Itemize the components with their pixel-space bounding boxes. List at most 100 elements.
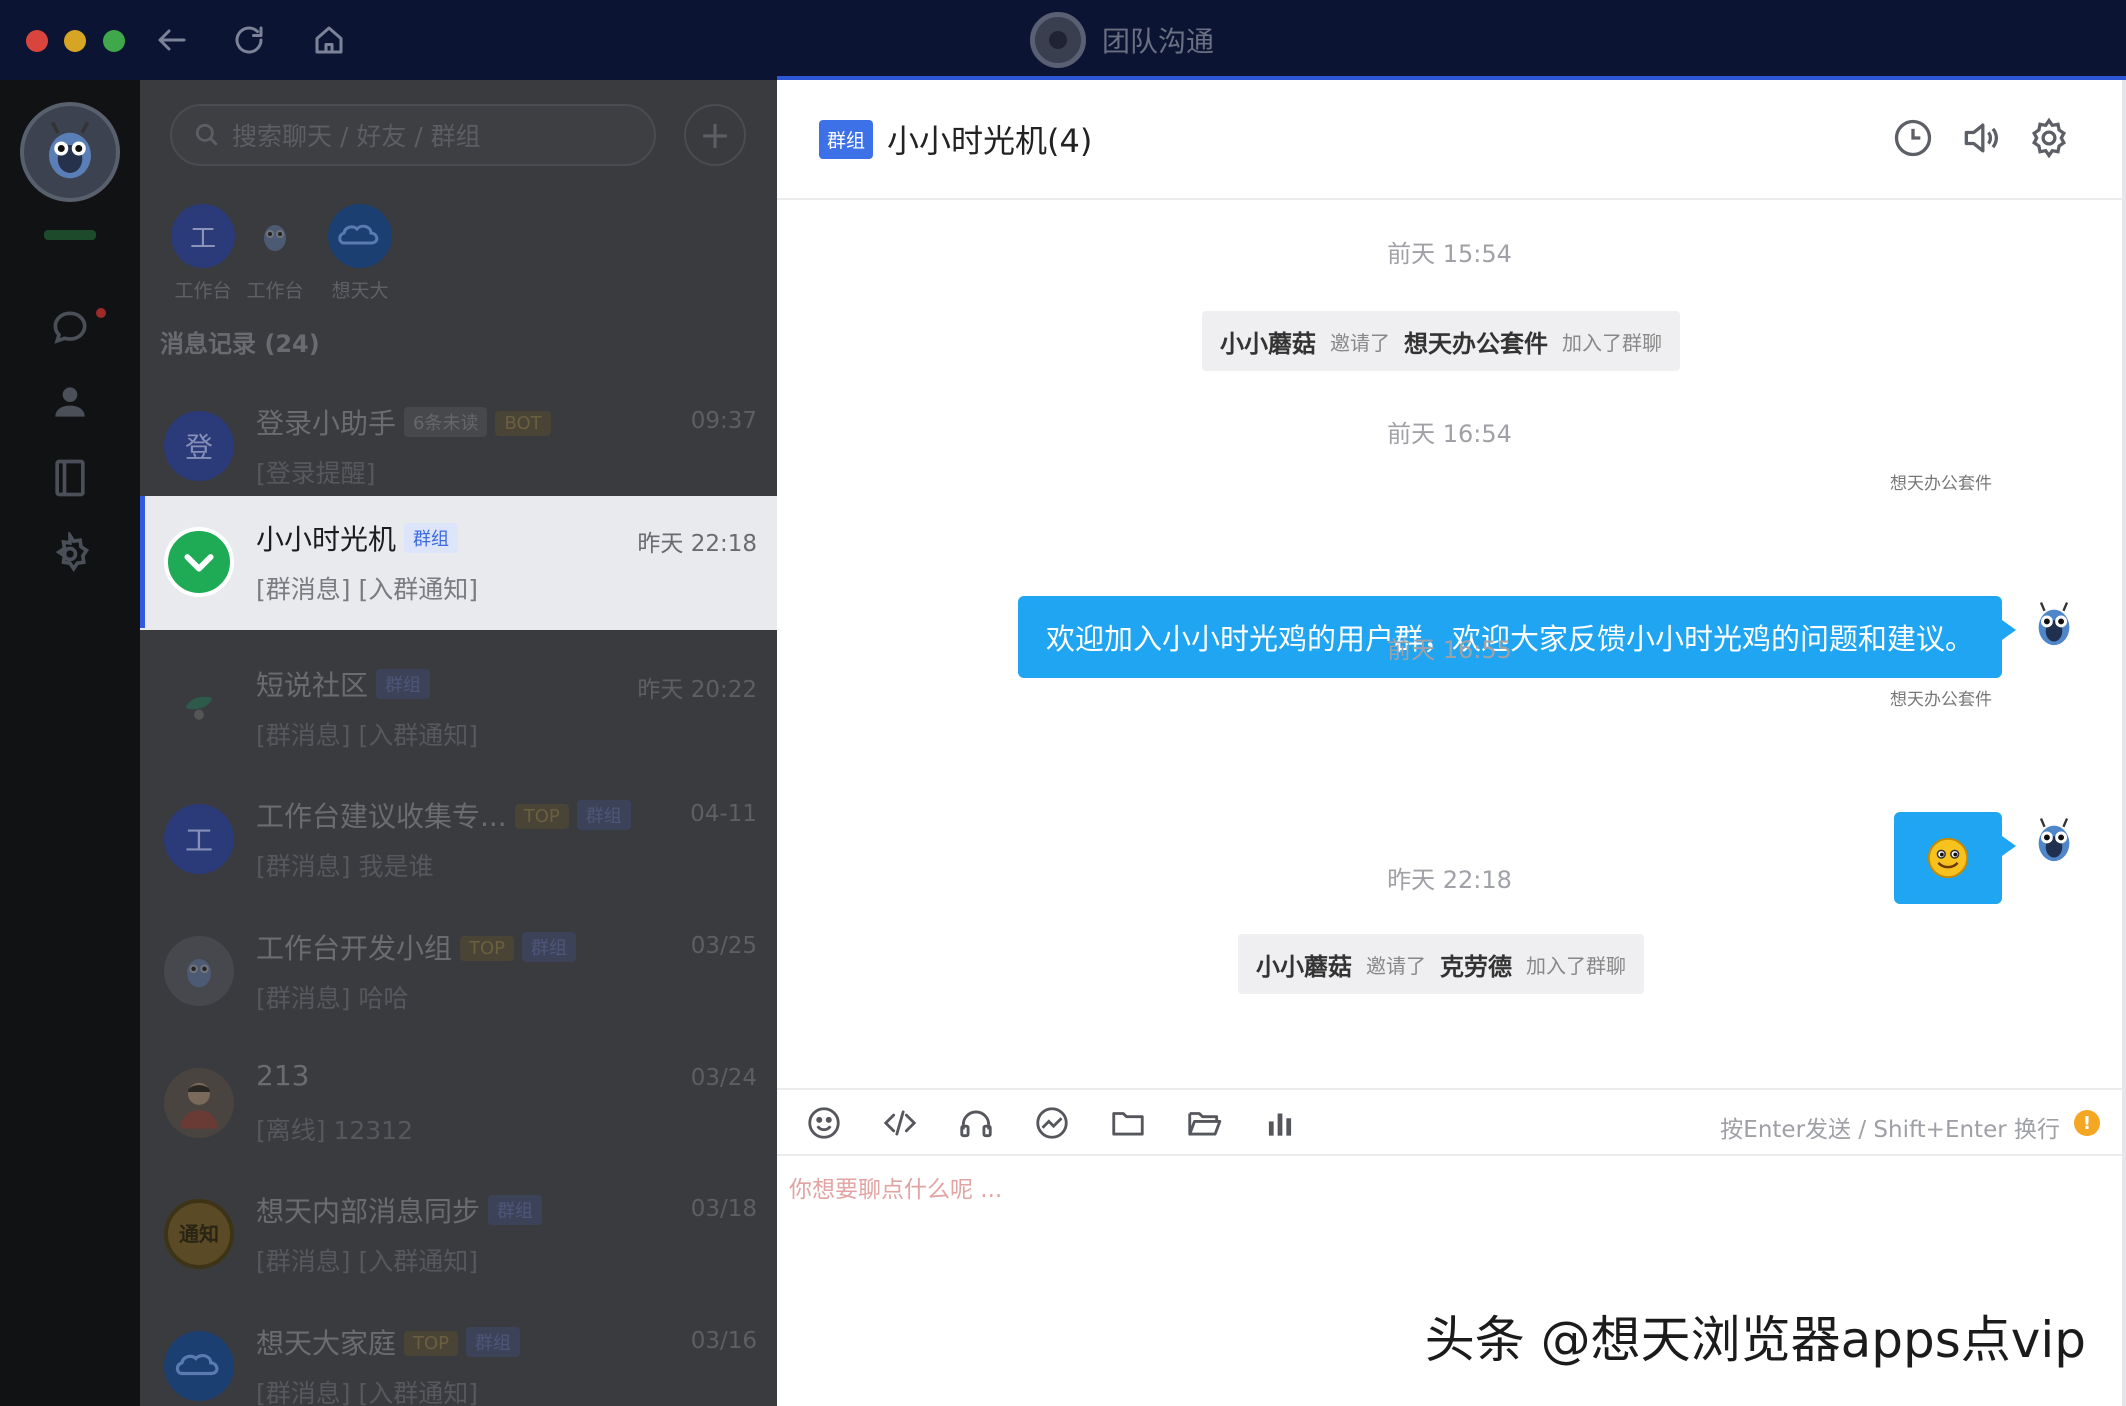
system-actor: 小小蘑菇 (1220, 329, 1316, 358)
add-button[interactable]: + (684, 104, 746, 166)
settings-gear-icon[interactable] (2027, 116, 2071, 160)
chat-pane: 群组 小小时光机(4) 前天 15:54 小小蘑菇 邀请了 想天办公套件 加入了… (777, 76, 2126, 1406)
conversation-preview: [群消息] 哈哈 (256, 984, 409, 1013)
conversation-name-line: 想天内部消息同步 群组 (256, 1190, 543, 1230)
conversation-name-line: 想天大家庭 TOP 群组 (256, 1322, 521, 1362)
timestamp: 昨天 22:18 (1387, 866, 1512, 894)
book-icon[interactable] (48, 456, 92, 500)
system-verb: 邀请了 (1366, 953, 1426, 978)
conversation-name-line: 工作台建议收集专... TOP 群组 (256, 795, 631, 835)
unread-badge: 6条未读 (404, 407, 488, 437)
conversation-time: 03/25 (690, 933, 757, 959)
unread-dot (96, 308, 106, 318)
compose-toolbar: 按Enter发送 / Shift+Enter 换行 ! (777, 1088, 2122, 1156)
timestamp: 前天 15:54 (1387, 240, 1512, 268)
info-icon[interactable]: ! (2074, 1110, 2100, 1136)
robot-avatar-icon (243, 204, 307, 268)
sender-name: 想天办公套件 (1890, 690, 1992, 710)
bar-chart-icon[interactable] (1261, 1104, 1299, 1142)
system-target: 克劳德 (1440, 952, 1512, 981)
conversation-row[interactable]: 登 登录小助手 6条未读 BOT 09:37 [登录提醒] (140, 380, 777, 512)
conversation-row-active[interactable]: 小小时光机 群组 昨天 22:18 [群消息] [入群通知] (140, 496, 777, 630)
conversation-name-line: 工作台开发小组 TOP 群组 (256, 927, 577, 967)
settings-gear-icon[interactable] (48, 529, 92, 576)
conversation-preview: [群消息] [入群通知] (256, 1379, 478, 1406)
watermark: 头条 @想天浏览器apps点vip (1424, 1311, 2086, 1369)
conversation-name: 工作台开发小组 (256, 932, 453, 965)
code-icon[interactable] (881, 1104, 919, 1142)
timestamp: 前天 16:55 (1387, 636, 1512, 664)
search-input[interactable]: 搜索聊天 / 好友 / 群组 (232, 117, 481, 153)
home-icon[interactable] (307, 18, 351, 62)
conversation-row[interactable]: 短说社区 群组 昨天 20:22 [群消息] [入群通知] (140, 642, 777, 774)
minimize-window-button[interactable] (64, 30, 86, 52)
message-list: 前天 15:54 小小蘑菇 邀请了 想天办公套件 加入了群聊 前天 16:54 … (777, 202, 2122, 1088)
app-title-text: 团队沟通 (1102, 25, 1215, 58)
conversation-preview: [群消息] [入群通知] (256, 575, 478, 604)
group-badge: 群组 (819, 120, 874, 159)
group-badge: 群组 (404, 523, 459, 553)
conversation-name: 小小时光机 (256, 523, 397, 556)
quick-access-label: 工作台 (246, 280, 304, 302)
title-bar: 团队沟通 (0, 0, 2126, 80)
maximize-window-button[interactable] (103, 30, 125, 52)
top-badge: TOP (460, 936, 515, 961)
refresh-icon[interactable] (227, 18, 271, 62)
notice-avatar: 通知 (164, 1199, 234, 1269)
quick-access-label: 工作台 (174, 280, 232, 302)
conversation-time: 03/24 (690, 1065, 757, 1091)
system-target: 想天办公套件 (1404, 329, 1548, 358)
conversation-list-pane: 搜索聊天 / 好友 / 群组 + 工 工作台 工作台 想天大 消息记录 (24)… (140, 80, 777, 1406)
group-badge: 群组 (376, 669, 431, 699)
system-suffix: 加入了群聊 (1526, 953, 1626, 978)
conversation-time: 09:37 (690, 408, 757, 434)
conversation-name-line: 短说社区 群组 (256, 664, 431, 704)
pane-border (2122, 80, 2126, 1406)
speaker-icon[interactable] (1959, 116, 2003, 160)
headphones-icon[interactable] (957, 1104, 995, 1142)
sender-name: 想天办公套件 (1890, 474, 1992, 494)
quick-access-xiangtianda[interactable]: 想天大 (325, 204, 395, 303)
conversation-name: 想天内部消息同步 (256, 1195, 481, 1228)
left-rail (0, 80, 140, 1406)
conversation-name-line: 登录小助手 6条未读 BOT (256, 402, 551, 442)
close-window-button[interactable] (26, 30, 48, 52)
conversation-row[interactable]: 工 工作台建议收集专... TOP 群组 04-11 [群消息] 我是谁 (140, 773, 777, 905)
open-folder-icon[interactable] (1185, 1104, 1223, 1142)
send-hint: 按Enter发送 / Shift+Enter 换行 (1720, 1117, 2060, 1143)
cloud-logo-icon (164, 1331, 234, 1401)
conversation-row[interactable]: 通知 想天内部消息同步 群组 03/18 [群消息] [入群通知] (140, 1168, 777, 1300)
chat-bubble-icon[interactable] (48, 306, 92, 350)
history-clock-icon[interactable] (1891, 116, 1935, 160)
quick-access-workbench-2[interactable]: 工作台 (240, 204, 310, 303)
folder-icon[interactable] (1109, 1104, 1147, 1142)
quick-access-workbench[interactable]: 工 工作台 (168, 204, 238, 303)
timestamp: 前天 16:54 (1387, 420, 1512, 448)
system-suffix: 加入了群聊 (1562, 330, 1662, 355)
contacts-person-icon[interactable] (48, 380, 92, 424)
system-message: 小小蘑菇 邀请了 想天办公套件 加入了群聊 (1202, 311, 1680, 371)
conversation-avatar: 工 (164, 804, 234, 874)
search-icon (195, 123, 218, 146)
search-box[interactable]: 搜索聊天 / 好友 / 群组 (170, 104, 656, 166)
bot-badge: BOT (495, 411, 551, 436)
user-avatar[interactable] (20, 102, 120, 202)
emoji-icon[interactable] (805, 1104, 843, 1142)
conversation-row[interactable]: 工作台开发小组 TOP 群组 03/25 [群消息] 哈哈 (140, 905, 777, 1037)
check-avatar-icon (164, 527, 234, 597)
conversation-preview: [离线] 12312 (256, 1116, 413, 1145)
top-badge: TOP (404, 1331, 459, 1356)
conversation-row[interactable]: 213 03/24 [离线] 12312 (140, 1037, 777, 1169)
system-verb: 邀请了 (1330, 330, 1390, 355)
chat-title: 小小时光机(4) (887, 122, 1093, 160)
system-actor: 小小蘑菇 (1256, 952, 1352, 981)
quick-access-avatar: 工 (171, 204, 235, 268)
screenshot-icon[interactable] (1033, 1104, 1071, 1142)
conversation-name: 213 (256, 1059, 310, 1092)
conversation-name-line: 小小时光机 群组 (256, 518, 459, 558)
conversation-name: 登录小助手 (256, 407, 397, 440)
back-arrow-icon[interactable] (150, 18, 194, 62)
conversation-name-line: 213 (256, 1059, 309, 1092)
conversation-name: 想天大家庭 (256, 1327, 397, 1360)
conversation-row[interactable]: 想天大家庭 TOP 群组 03/16 [群消息] [入群通知] (140, 1300, 777, 1406)
